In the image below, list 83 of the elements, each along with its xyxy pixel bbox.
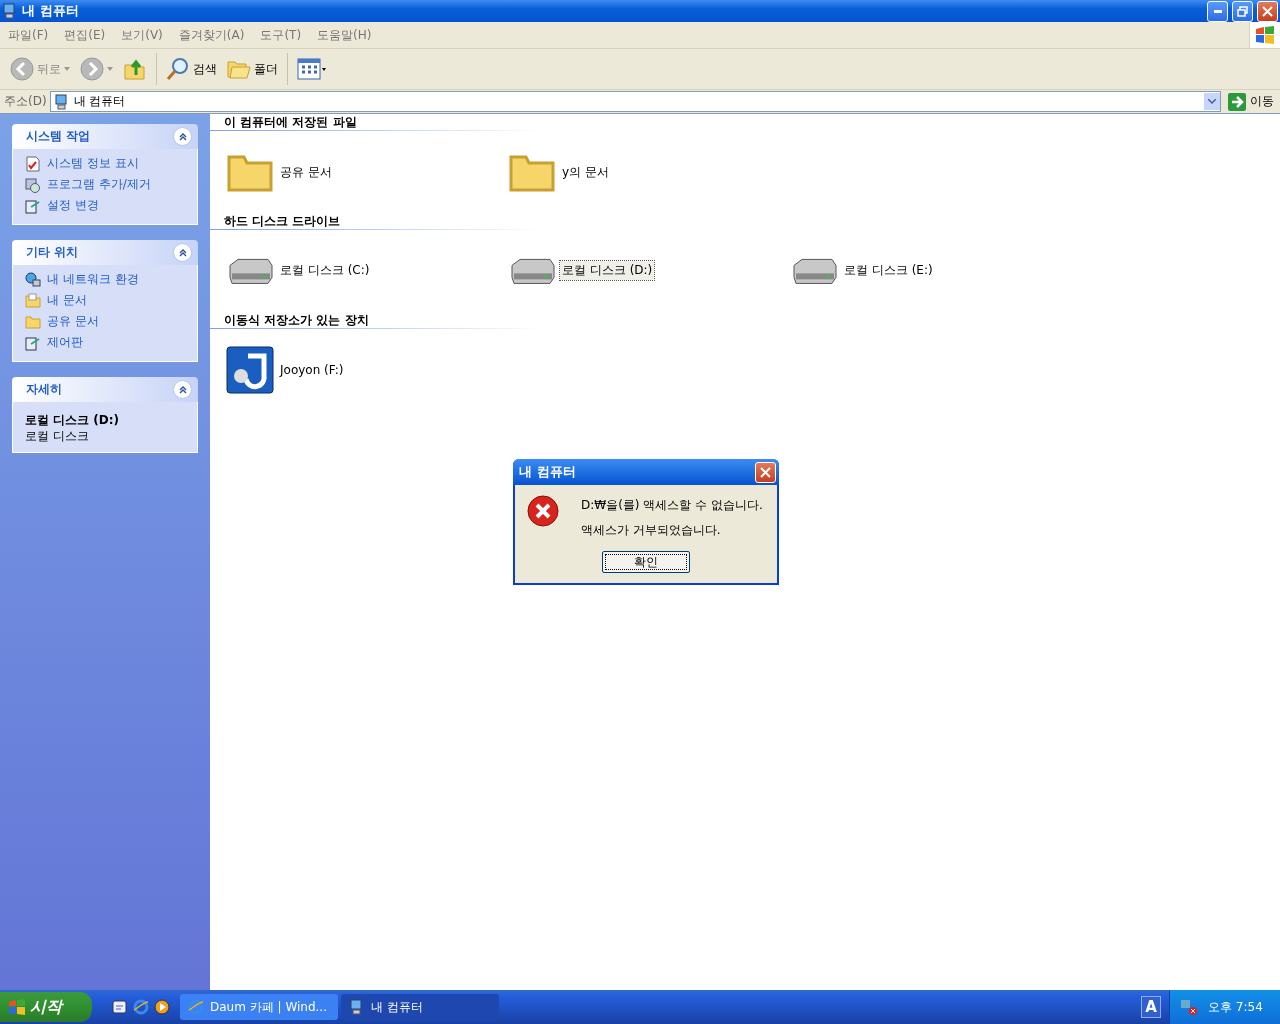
browser-e-icon [133,999,149,1015]
address-field[interactable]: 내 컴퓨터 [49,91,1221,112]
computer-icon [2,3,18,19]
menu-item[interactable]: 편집(E) [56,26,114,44]
item-label[interactable]: 공유 문서 [278,162,334,182]
folders-button[interactable]: 폴더 [223,56,282,82]
clock: 오후 7:54 [1208,998,1263,1016]
menu-item[interactable]: 도구(T) [252,26,310,44]
documents-folder-icon [25,292,41,309]
task-link[interactable]: 공유 문서 [25,313,187,330]
minimize-button[interactable] [1207,0,1228,22]
menu-item[interactable]: 즐겨찾기(A) [170,26,253,44]
detail-name: 로컬 디스크 (D:) [25,414,121,426]
go-button[interactable]: 이동 [1224,92,1278,111]
search-button[interactable]: 검색 [162,55,221,83]
task-link[interactable]: 내 문서 [25,292,187,309]
item-label[interactable]: y의 문서 [560,162,611,182]
browser-e-icon [188,999,204,1015]
section-title: 이동식 저장소가 있는 장치 [223,312,370,328]
task-link[interactable]: 시스템 정보 표시 [25,155,187,172]
control-panel-icon [25,334,41,351]
network-globe-icon [25,271,41,288]
close-button[interactable] [1257,0,1278,22]
panel-title: 자세히 [26,381,63,398]
folders-icon [227,58,251,80]
caret-icon [64,67,70,71]
arrow-right-icon [1228,92,1246,111]
dropdown-button[interactable] [1204,93,1220,110]
caret-icon [1208,99,1216,104]
start-button[interactable]: 시작 [0,992,92,1022]
task-link[interactable]: 설정 변경 [25,197,187,214]
menu-item[interactable]: 파일(F) [0,26,57,44]
panel-title: 시스템 작업 [26,128,92,145]
window-title: 내 컴퓨터 [22,2,80,20]
computer-icon [349,999,365,1015]
item-label[interactable]: 로컬 디스크 (C:) [278,261,372,281]
show-desktop-icon [112,999,128,1015]
address-label: 주소(D) [4,93,47,110]
item-label[interactable]: 로컬 디스크 (E:) [842,261,935,281]
panel-title: 기타 위치 [26,244,80,261]
section-title: 하드 디스크 드라이브 [223,213,342,229]
close-icon [760,466,771,478]
restore-icon [1237,5,1248,17]
folder-up-icon [123,57,147,81]
item-label[interactable]: 로컬 디스크 (D:) [560,261,655,281]
detail-type: 로컬 디스크 [25,430,90,442]
computer-icon [53,93,70,110]
close-button[interactable] [755,461,776,483]
collapse-icon[interactable] [173,127,192,146]
folder-icon [25,313,41,330]
views-grid-icon [297,58,327,80]
section-title: 이 컴퓨터에 저장된 파일 [223,114,358,130]
removable-drive-icon [226,346,274,394]
control-panel-icon [25,197,41,214]
taskbar-button[interactable]: 내 컴퓨터 [341,994,499,1020]
minimize-icon [1213,9,1222,13]
search-icon [166,57,190,81]
caret-icon [107,67,113,71]
item-label[interactable]: Jooyon (F:) [278,362,346,378]
task-link[interactable]: 제어판 [25,334,187,351]
restore-button[interactable] [1232,0,1253,22]
network-error-icon [1180,998,1198,1016]
media-player-icon [154,999,170,1015]
close-icon [1262,5,1273,17]
ime-indicator[interactable]: A [1141,996,1161,1018]
hard-drive-icon [790,256,838,286]
menu-item[interactable]: 도움말(H) [309,26,380,44]
dialog-message: D:₩을(를) 액세스할 수 없습니다. [581,497,763,514]
document-check-icon [25,155,41,172]
taskbar-button[interactable]: Daum 카페 | Wind... [180,994,338,1020]
hard-drive-icon [226,256,274,286]
programs-cd-icon [25,176,41,193]
collapse-icon[interactable] [173,243,192,262]
menu-item[interactable]: 보기(V) [113,26,171,44]
hard-drive-icon [508,256,556,286]
collapse-icon[interactable] [173,380,192,399]
windows-flag-logo [8,999,26,1015]
task-link[interactable]: 프로그램 추가/제거 [25,176,187,193]
ok-button[interactable]: 확인 [602,551,690,573]
task-link[interactable]: 내 네트워크 환경 [25,271,187,288]
dialog-message: 액세스가 거부되었습니다. [581,522,722,539]
error-icon [527,495,559,527]
dialog-title: 내 컴퓨터 [519,463,577,481]
